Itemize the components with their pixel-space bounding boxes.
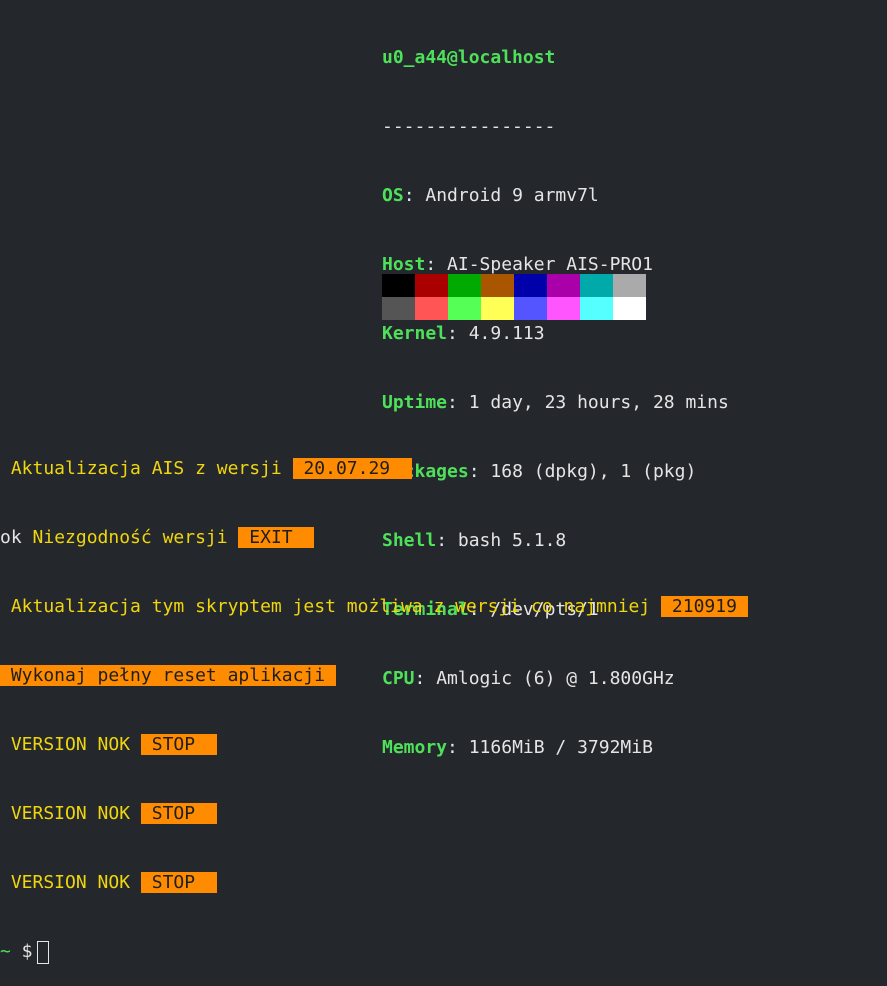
output-line: Aktualizacja AIS z wersji 20.07.29 — [0, 457, 748, 480]
message-text: Niezgodność wersji — [21, 527, 239, 548]
stop-badge: STOP — [140, 803, 217, 824]
palette-swatch — [448, 297, 481, 320]
output-line: VERSION NOK STOP — [0, 733, 748, 756]
palette-swatch — [448, 274, 481, 297]
message-text: Aktualizacja tym skryptem jest możliwa z… — [0, 596, 662, 617]
prompt-symbol: $ — [10, 941, 33, 962]
info-row-host: Host: AI-Speaker AIS-PRO1 — [382, 254, 653, 275]
exit-badge: EXIT — [238, 527, 315, 548]
reset-badge: Wykonaj pełny reset aplikacji — [0, 665, 336, 686]
info-key: Uptime — [382, 392, 448, 413]
info-key: Kernel — [382, 323, 448, 344]
info-value: AI-Speaker AIS-PRO1 — [447, 254, 653, 275]
message-text: Aktualizacja AIS z wersji — [0, 458, 293, 479]
palette-swatch — [580, 297, 613, 320]
palette-swatch — [613, 297, 646, 320]
palette-swatch — [382, 297, 415, 320]
info-key: OS — [382, 185, 404, 206]
output-line: ok Niezgodność wersji EXIT — [0, 526, 748, 549]
text-cursor[interactable] — [36, 940, 49, 964]
info-value: 1 day, 23 hours, 28 mins — [468, 392, 729, 413]
palette-swatch — [514, 297, 547, 320]
line-prefix: ok — [0, 527, 22, 548]
palette-swatch — [547, 274, 580, 297]
palette-swatch — [514, 274, 547, 297]
terminal-output: Aktualizacja AIS z wersji 20.07.29 ok Ni… — [0, 411, 748, 986]
separator-line: ---------------- — [382, 116, 556, 137]
message-text: VERSION NOK — [0, 872, 141, 893]
palette-swatch — [481, 274, 514, 297]
message-text: VERSION NOK — [0, 803, 141, 824]
output-line: VERSION NOK STOP — [0, 802, 748, 825]
stop-badge: STOP — [140, 734, 217, 755]
user-host: u0_a44@localhost — [382, 47, 556, 68]
prompt-cwd: ~ — [0, 941, 11, 962]
ais-dotted-logo — [88, 0, 352, 390]
output-line: VERSION NOK STOP — [0, 871, 748, 894]
version-badge: 210919 — [661, 596, 748, 617]
version-badge: 20.07.29 — [292, 458, 412, 479]
palette-swatch — [481, 297, 514, 320]
info-row-os: OS: Android 9 armv7l — [382, 185, 599, 206]
info-key: Host — [382, 254, 426, 275]
message-text: VERSION NOK — [0, 734, 141, 755]
info-row-kernel: Kernel: 4.9.113 — [382, 323, 545, 344]
info-value: 4.9.113 — [468, 323, 545, 344]
palette-swatch — [547, 297, 580, 320]
palette-swatch — [415, 274, 448, 297]
output-line: Aktualizacja tym skryptem jest możliwa z… — [0, 595, 748, 618]
color-palette — [382, 274, 646, 320]
info-value: Android 9 armv7l — [425, 185, 599, 206]
palette-swatch — [613, 274, 646, 297]
output-line: Wykonaj pełny reset aplikacji — [0, 664, 748, 687]
palette-swatch — [382, 274, 415, 297]
palette-swatch — [580, 274, 613, 297]
stop-badge: STOP — [140, 872, 217, 893]
palette-swatch — [415, 297, 448, 320]
prompt-line[interactable]: ~ $ — [0, 940, 748, 964]
